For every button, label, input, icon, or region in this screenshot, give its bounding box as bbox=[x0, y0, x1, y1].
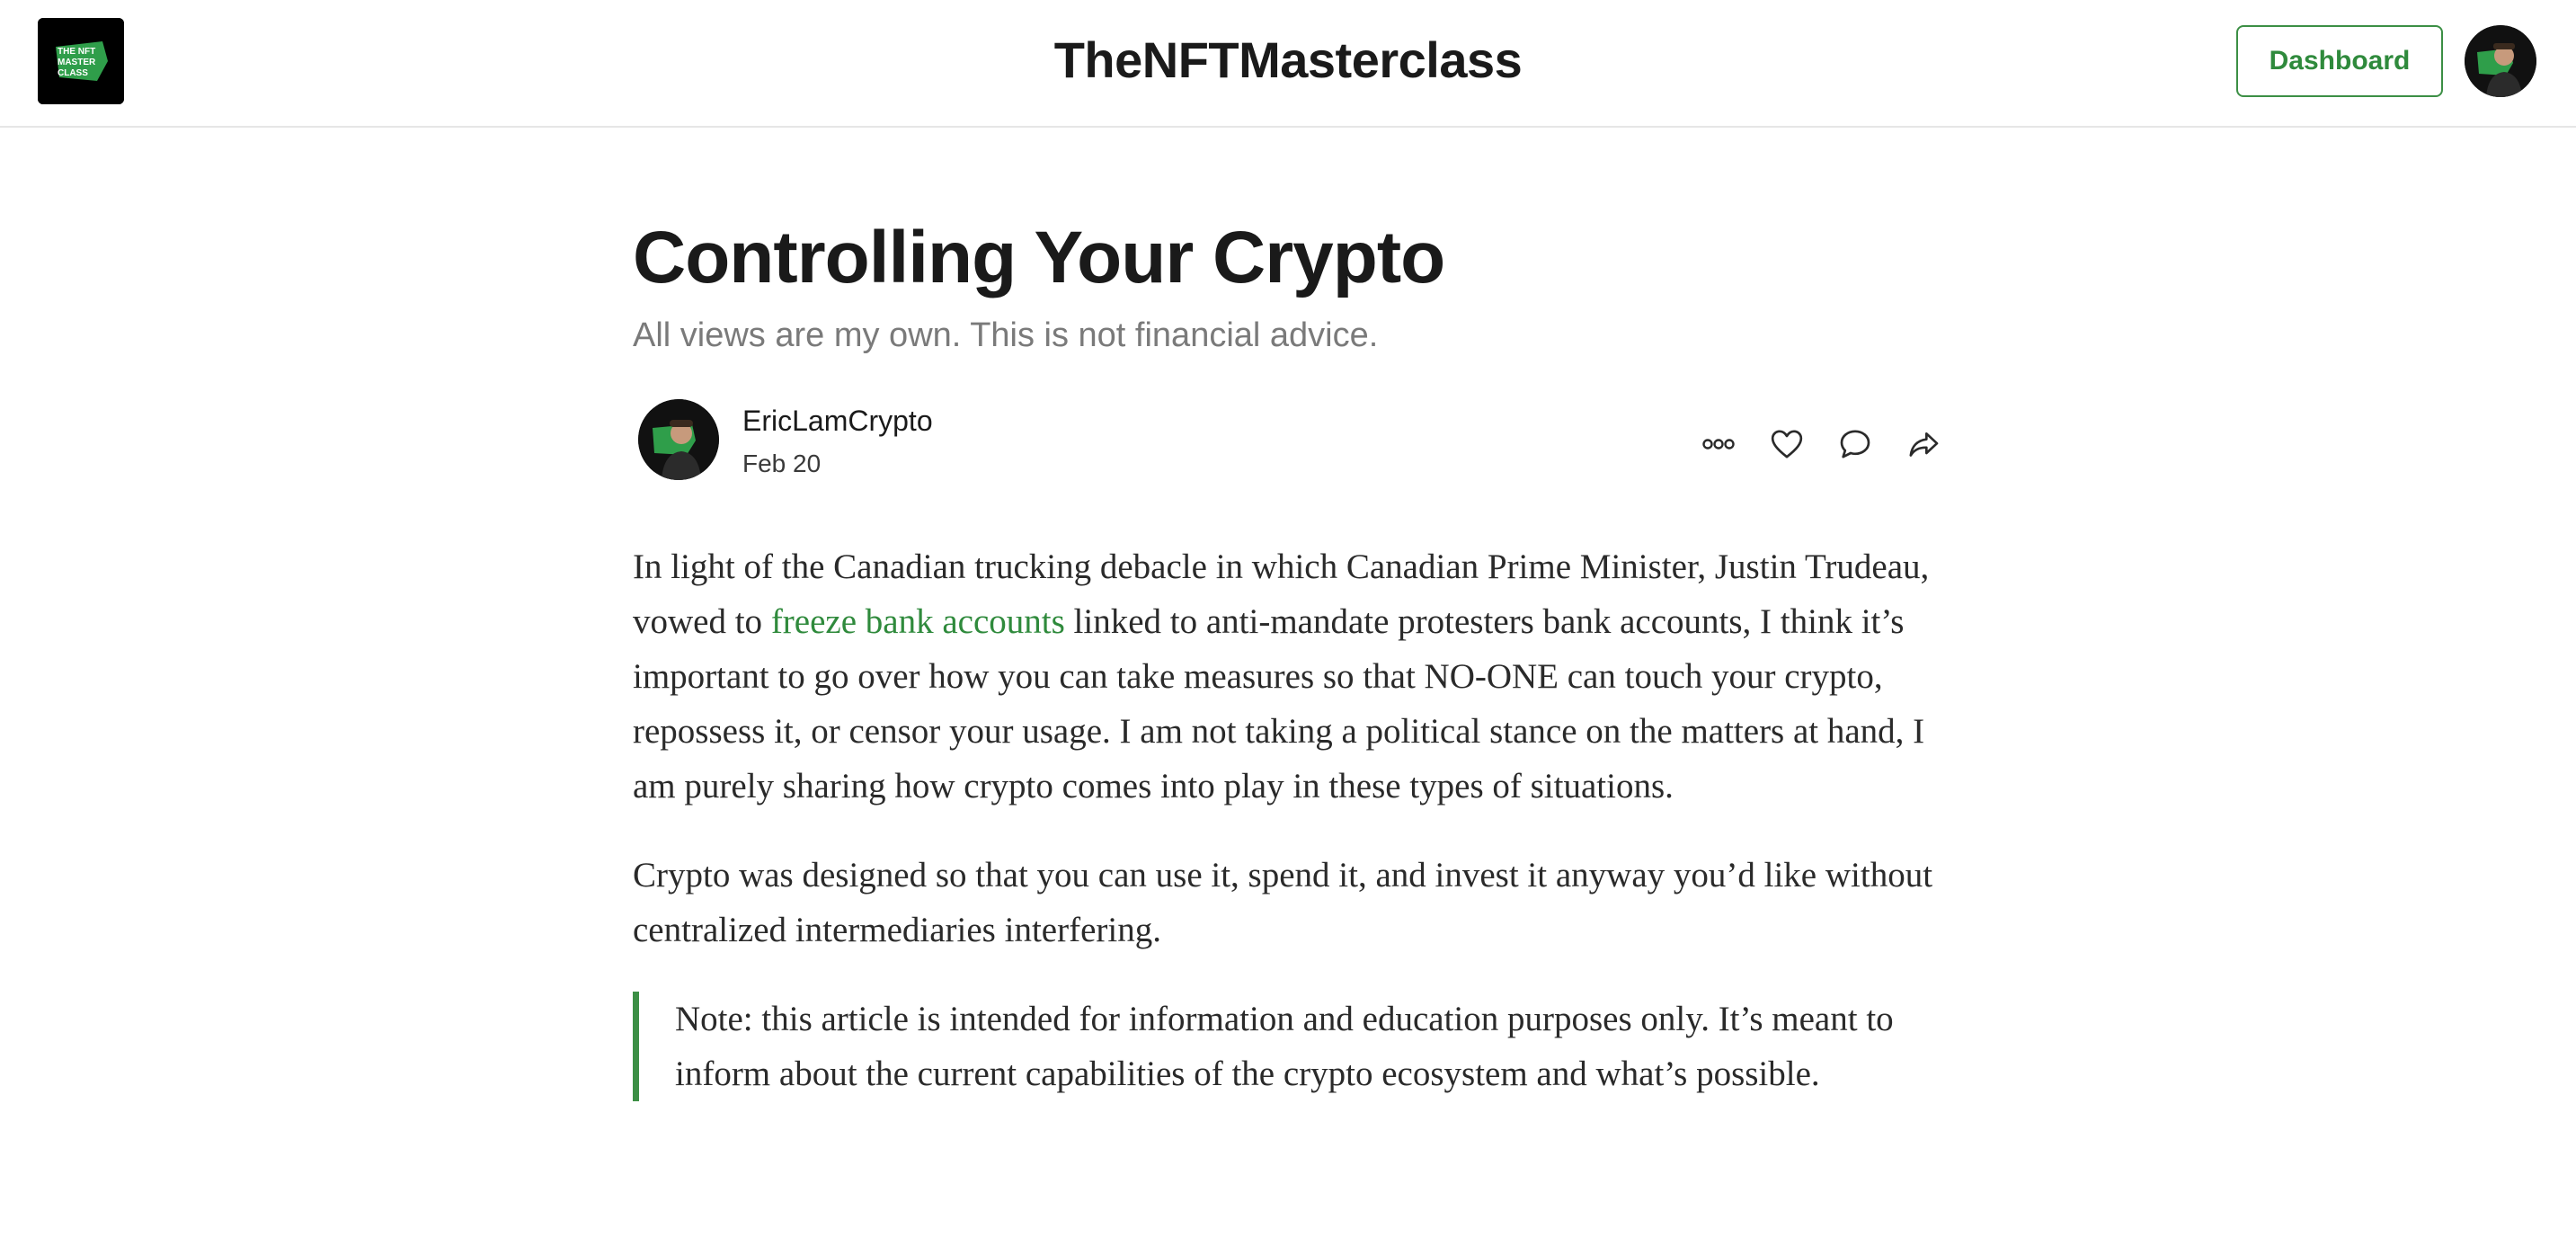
post-actions bbox=[1699, 424, 1943, 464]
user-avatar-icon bbox=[2465, 25, 2536, 97]
freeze-bank-accounts-link[interactable]: freeze bank accounts bbox=[771, 602, 1065, 641]
paragraph-2: Crypto was designed so that you can use … bbox=[633, 856, 1933, 949]
note-text: Note: this article is intended for infor… bbox=[675, 1000, 1894, 1093]
author-avatar[interactable] bbox=[638, 399, 719, 480]
post-subtitle: All views are my own. This is not financ… bbox=[633, 316, 1379, 354]
dashboard-button[interactable]: Dashboard bbox=[2236, 25, 2443, 97]
logo-text-line-1: THE NFT bbox=[58, 47, 95, 57]
author-name[interactable]: EricLamCrypto bbox=[742, 405, 933, 438]
publication-logo[interactable]: THE NFT MASTER CLASS bbox=[38, 18, 124, 104]
share-arrow-icon bbox=[1909, 432, 1939, 457]
author-avatar-icon bbox=[638, 399, 719, 480]
share-button[interactable] bbox=[1904, 424, 1943, 464]
logo-text-line-2: MASTER bbox=[58, 58, 96, 67]
speech-bubble-icon bbox=[1840, 430, 1870, 458]
post-title: Controlling Your Crypto bbox=[633, 217, 1445, 298]
user-avatar[interactable] bbox=[2465, 25, 2536, 97]
logo-text-line-3: CLASS bbox=[58, 68, 88, 78]
comment-button[interactable] bbox=[1835, 424, 1875, 464]
ellipsis-icon bbox=[1702, 439, 1735, 449]
top-bar: THE NFT MASTER CLASS TheNFTMasterclass D… bbox=[0, 0, 2576, 128]
note-blockquote: Note: this article is intended for infor… bbox=[633, 992, 1945, 1101]
post-date: Feb 20 bbox=[742, 449, 822, 477]
byline: EricLamCrypto Feb 20 bbox=[633, 397, 1945, 487]
more-options-button[interactable] bbox=[1699, 424, 1738, 464]
publication-title: TheNFTMasterclass bbox=[1053, 31, 1523, 88]
post-body: In light of the Canadian trucking debacl… bbox=[633, 539, 1945, 1101]
paragraph-1: In light of the Canadian trucking debacl… bbox=[633, 539, 1945, 814]
nft-masterclass-logo-icon: THE NFT MASTER CLASS bbox=[38, 18, 124, 104]
like-button[interactable] bbox=[1767, 424, 1807, 464]
heart-icon bbox=[1771, 430, 1803, 458]
